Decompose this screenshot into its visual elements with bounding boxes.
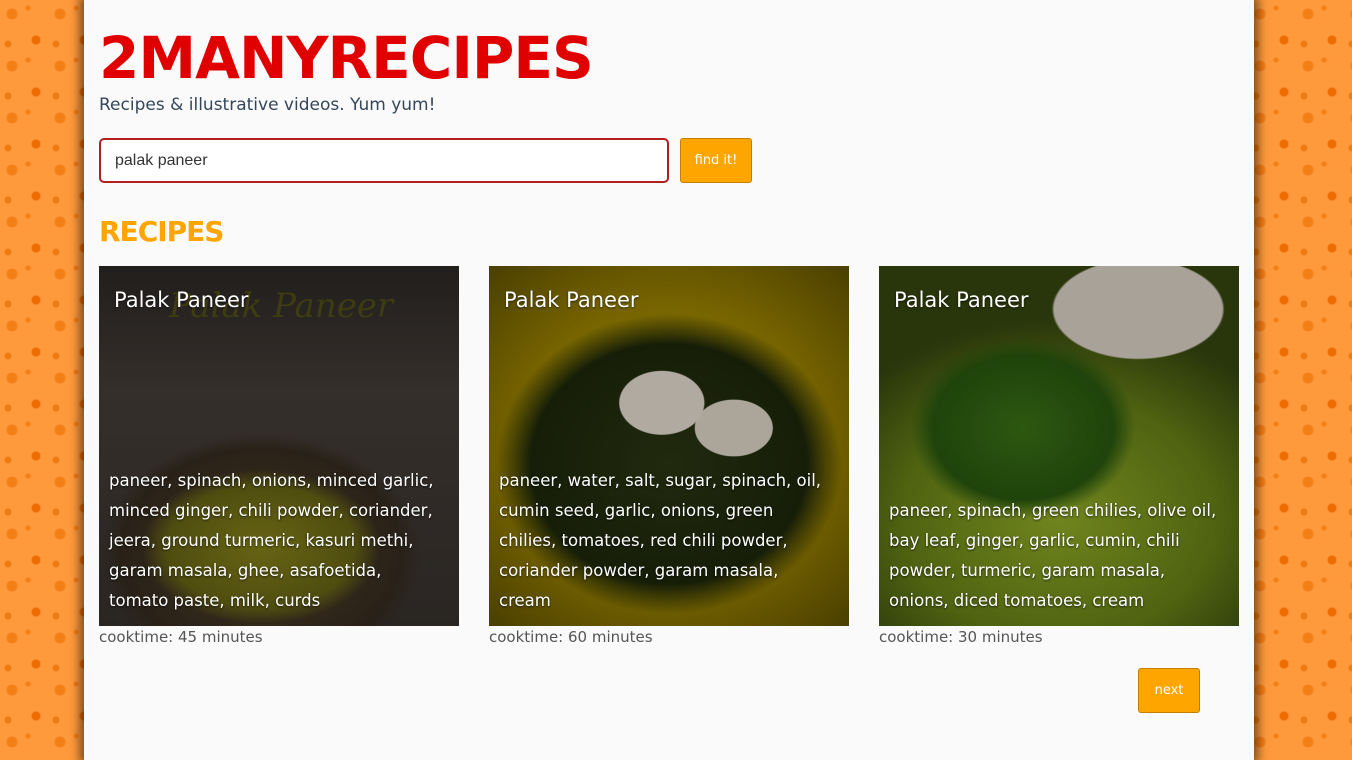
recipe-card[interactable]: Palak Paneer Palak Paneer paneer, spinac… [99,266,459,626]
site-logo[interactable]: 2MANYRECIPES [99,22,594,94]
find-button[interactable]: find it! [680,138,752,183]
main-panel: 2MANYRECIPES Recipes & illustrative vide… [84,0,1254,760]
recipe-cooktime: cooktime: 30 minutes [879,628,1043,646]
recipe-ingredients: paneer, spinach, green chilies, olive oi… [889,501,1217,610]
recipe-title: Palak Paneer [894,288,1029,312]
next-page-button[interactable]: next [1138,668,1200,713]
recipe-ingredients: paneer, spinach, onions, minced garlic, … [109,471,434,610]
recipe-cooktime: cooktime: 60 minutes [489,628,653,646]
recipes-heading: RECIPES [99,215,224,248]
recipe-card[interactable]: Palak Paneer paneer, water, salt, sugar,… [489,266,849,626]
recipe-ingredients: paneer, water, salt, sugar, spinach, oil… [499,471,822,610]
recipe-cooktime: cooktime: 45 minutes [99,628,263,646]
search-input[interactable] [99,138,669,183]
site-tagline: Recipes & illustrative videos. Yum yum! [99,95,436,115]
recipe-title: Palak Paneer [504,288,639,312]
recipe-title: Palak Paneer [114,288,249,312]
recipe-card[interactable]: Palak Paneer paneer, spinach, green chil… [879,266,1239,626]
